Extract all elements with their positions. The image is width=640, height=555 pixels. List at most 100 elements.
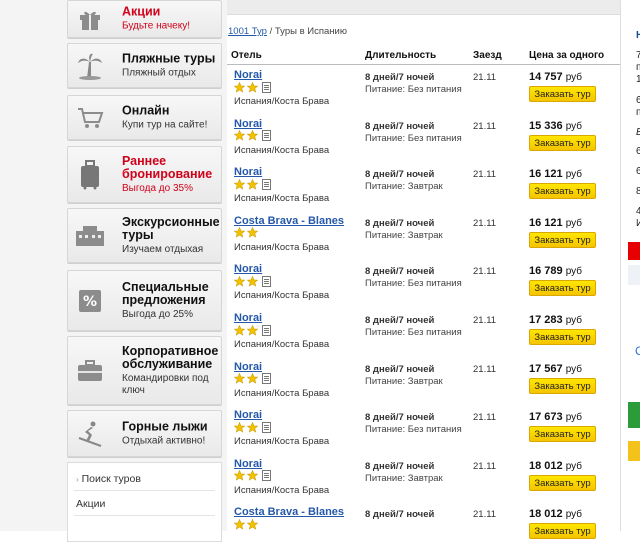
tour-meal: Питание: Без питания: [365, 424, 462, 436]
tour-duration: 8 дней/7 ночей: [365, 120, 435, 132]
document-icon[interactable]: [260, 468, 271, 486]
tour-duration: 8 дней/7 ночей: [365, 363, 435, 375]
breadcrumb: 1001 Тур / Туры в Испанию: [228, 26, 347, 37]
sidebar-link-promotions[interactable]: Акции: [76, 498, 105, 510]
red-banner[interactable]: [628, 242, 640, 260]
document-icon[interactable]: [260, 177, 271, 195]
tour-duration: 8 дней/7 ночей: [365, 266, 435, 278]
hotel-location: Испания/Коста Брава: [234, 290, 330, 302]
document-icon[interactable]: [260, 420, 271, 438]
tour-price: 18 012 руб: [529, 508, 583, 521]
tour-price: 17 567 руб: [529, 362, 583, 375]
sidebar-item[interactable]: Пляжные туры Пляжный отдых: [67, 43, 222, 88]
palm-icon: [74, 50, 106, 82]
breadcrumb-root-link[interactable]: 1001 Тур: [228, 26, 267, 37]
tour-price: 16 121 руб: [529, 216, 583, 229]
tour-price: 14 757 руб: [529, 71, 583, 83]
divider: [74, 515, 215, 516]
star-icon: [233, 323, 246, 341]
green-banner[interactable]: [628, 402, 640, 428]
document-icon[interactable]: [260, 323, 271, 341]
table-row: Norai Испания/Коста Брава 8 дней/7 ночей Пи…: [227, 361, 620, 410]
sidebar-item-subtitle: Отдыхай активно!: [122, 435, 206, 446]
table-row: Norai Испания/Коста Брава 8 дней/7 ночей Пи…: [227, 263, 620, 312]
hotel-rating: [233, 129, 271, 143]
tour-date: 21.11: [473, 120, 497, 132]
order-tour-button[interactable]: Заказать тур: [529, 426, 596, 443]
briefcase-icon: [74, 355, 106, 387]
right-line: 6: [636, 95, 640, 106]
star-icon: [246, 274, 259, 292]
sidebar-link-search[interactable]: › Поиск туров: [76, 473, 141, 485]
star-icon: [246, 420, 259, 438]
top-bar: [227, 0, 620, 15]
sidebar-item[interactable]: Горные лыжи Отдыхай активно!: [67, 410, 222, 457]
star-icon: [246, 177, 259, 195]
hotel-location: Испания/Коста Брава: [234, 436, 330, 448]
header-divider: [227, 64, 620, 65]
tour-duration: 8 дней/7 ночей: [365, 412, 435, 424]
breadcrumb-current: Туры в Испанию: [274, 26, 347, 37]
order-tour-button[interactable]: Заказать тур: [529, 474, 596, 491]
document-icon[interactable]: [260, 371, 271, 389]
tour-meal: Питание: Завтрак: [365, 472, 443, 484]
table-row: Norai Испания/Коста Брава 8 дней/7 ночей Пи…: [227, 312, 620, 361]
order-tour-button[interactable]: Заказать тур: [529, 280, 596, 297]
right-sidebar-strip: Н 7 п 1 6 п Е 6 6 8 4 И C: [620, 0, 640, 531]
sidebar-item[interactable]: Корпоративное обслуживание Командировки п…: [67, 336, 222, 405]
sidebar-item[interactable]: Раннее бронирование Выгода до 35%: [67, 146, 222, 203]
order-tour-button[interactable]: Заказать тур: [529, 231, 596, 248]
sidebar-item-subtitle: Будьте начеку!: [122, 20, 190, 32]
sidebar-item[interactable]: Экскурсионные туры Изучаем отдыхая: [67, 208, 222, 263]
order-tour-button[interactable]: Заказать тур: [529, 183, 596, 200]
order-tour-button[interactable]: Заказать тур: [529, 134, 596, 151]
tour-meal: Питание: Завтрак: [365, 375, 443, 387]
yellow-banner[interactable]: [628, 441, 640, 461]
tour-duration: 8 дней/7 ночей: [365, 217, 435, 229]
right-line: п: [636, 62, 640, 73]
sidebar-item-subtitle: Выгода до 25%: [122, 308, 193, 320]
hotel-rating: [233, 178, 271, 191]
skier-icon: [74, 418, 106, 450]
tour-meal: Питание: Завтрак: [365, 229, 443, 241]
sidebar-item-title: Корпоративное обслуживание: [122, 343, 219, 371]
hotel-location: Испания/Коста Брава: [234, 484, 330, 496]
right-line: 1: [636, 74, 640, 85]
hotel-rating: [233, 372, 271, 386]
tour-date: 21.11: [473, 509, 497, 521]
sidebar-item-title: Горные лыжи: [122, 419, 208, 433]
tour-duration: 8 дней/7 ночей: [365, 315, 435, 326]
sidebar-item[interactable]: % Специальные предложения Выгода до 25%: [67, 270, 222, 331]
tour-date: 21.11: [473, 412, 497, 424]
tour-price: 17 673 руб: [529, 411, 583, 424]
star-icon: [246, 323, 259, 341]
hotel-location: Испания/Коста Брава: [234, 241, 330, 253]
star-icon: [233, 371, 246, 389]
right-line: 7: [636, 50, 640, 61]
document-icon[interactable]: [260, 80, 271, 98]
tour-date: 21.11: [473, 266, 497, 278]
banner-image[interactable]: [628, 265, 640, 285]
sidebar-item[interactable]: Онлайн Купи тур на сайте!: [67, 95, 222, 140]
order-tour-button[interactable]: Заказать тур: [529, 377, 596, 394]
document-icon[interactable]: [260, 128, 271, 146]
hotel-rating: [233, 227, 259, 240]
table-row: Norai Испания/Коста Брава 8 дней/7 ночей Пи…: [227, 69, 620, 118]
order-tour-button[interactable]: Заказать тур: [529, 329, 596, 345]
tour-price: 18 012 руб: [529, 459, 583, 472]
hotel-rating: [233, 275, 271, 288]
tour-meal: Питание: Без питания: [365, 84, 462, 95]
right-line: 4: [636, 206, 640, 217]
tour-meal: Питание: Без питания: [365, 278, 462, 290]
tour-meal: Питание: Без питания: [365, 327, 462, 338]
tour-meal: Питание: Завтрак: [365, 181, 443, 193]
star-icon: [246, 225, 259, 243]
order-tour-button[interactable]: Заказать тур: [529, 523, 596, 540]
column-header-date: Заезд: [473, 50, 502, 61]
right-line: И: [636, 218, 640, 229]
document-icon[interactable]: [260, 274, 271, 292]
divider: [74, 490, 215, 491]
sidebar-item[interactable]: Акции Будьте начеку!: [67, 0, 222, 38]
order-tour-button[interactable]: Заказать тур: [529, 86, 596, 102]
svg-text:%: %: [83, 294, 97, 310]
